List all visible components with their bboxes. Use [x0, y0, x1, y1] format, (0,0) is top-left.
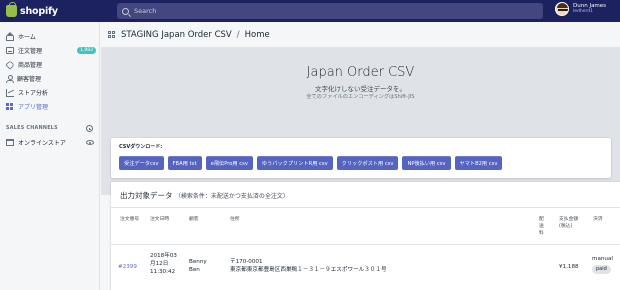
- clickpost-csv-button[interactable]: クリックポスト用 csv: [336, 156, 399, 170]
- column-header-date: 注文日時: [150, 217, 170, 222]
- hero-subtitle: 文字化けしない受注データを。: [315, 85, 406, 93]
- ehiden-pro-csv-button[interactable]: e飛伝Pro用 csv: [205, 156, 253, 170]
- store-icon: [6, 139, 14, 146]
- add-channel-plus-icon[interactable]: [86, 125, 93, 132]
- sidebar-item-label: アプリ管理: [18, 104, 49, 111]
- sidebar-item-label: 注文管理: [18, 48, 43, 55]
- column-header-delivery: 配送料: [539, 217, 544, 237]
- logo-text: shopify: [20, 5, 58, 17]
- encoding-note: 全てのファイルのエンコーディングはShift-JIS: [306, 94, 415, 100]
- order-address-line: 東京都東京都豊島区西巣鴨１－３１－９エスポワール３０１号: [230, 267, 387, 274]
- home-icon: [6, 31, 14, 41]
- customers-icon: [6, 74, 14, 83]
- column-header-order-no: 注文番号: [120, 217, 140, 222]
- app-name-link[interactable]: STAGING Japan Order CSV: [121, 30, 232, 40]
- apps-icon: [6, 102, 14, 111]
- app-grid-icon: [108, 30, 116, 39]
- sidebar-item-products[interactable]: 商品管理: [5, 59, 96, 70]
- breadcrumb: STAGING Japan Order CSV / Home: [101, 22, 620, 47]
- csv-download-card: CSVダウンロード: 受注データcsv FBA用 txt e飛伝Pro用 csv…: [111, 138, 611, 178]
- column-header-amount: 支払金額(税込): [559, 217, 579, 230]
- shopify-bag-icon: [6, 2, 17, 17]
- sales-channels-title: SALES CHANNELS: [6, 126, 58, 131]
- title-divider: [111, 207, 620, 208]
- sidebar-item-apps[interactable]: アプリ管理: [6, 101, 96, 112]
- orders-card: 出力対象データ （検索条件：未配送かつ支払済の全注文） 注文番号 注文日時 顧客…: [111, 182, 620, 290]
- sidebar-item-label: オンラインストア: [18, 140, 66, 147]
- orders-section-title: 出力対象データ （検索条件：未配送かつ支払済の全注文）: [120, 190, 289, 201]
- avatar: [555, 2, 569, 16]
- main-content: STAGING Japan Order CSV / Home Japan Ord…: [101, 22, 620, 290]
- top-bar: shopify Dunn James ledherd1: [0, 0, 620, 22]
- order-date: 2018年03月12日 11:30:42: [150, 253, 177, 276]
- order-customer: Benny Ben: [189, 259, 207, 274]
- csv-download-label: CSVダウンロード:: [119, 144, 163, 150]
- column-header-payment: 決済: [593, 217, 603, 222]
- order-payment: manual paid: [592, 255, 613, 275]
- analytics-icon: [6, 88, 14, 97]
- orders-title-text: 出力対象データ: [120, 191, 173, 200]
- hero-banner: Japan Order CSV 文字化けしない受注データを。 全てのファイルのエ…: [101, 47, 620, 195]
- sidebar-item-label: ホーム: [18, 34, 36, 41]
- sidebar-item-online-store[interactable]: オンラインストア: [6, 137, 96, 148]
- sidebar-item-label: ストア分析: [18, 90, 49, 97]
- order-data-csv-button[interactable]: 受注データcsv: [119, 156, 164, 170]
- order-postal-code: 〒170-0001: [230, 259, 263, 265]
- sidebar-item-customers[interactable]: 顧客管理: [6, 73, 96, 84]
- csv-button-row: 受注データcsv FBA用 txt e飛伝Pro用 csv ゆうパックプリントR…: [119, 156, 503, 170]
- order-number-link[interactable]: #2399: [118, 263, 137, 271]
- order-address: 〒170-0001 東京都東京都豊島区西巣鴨１－３１－９エスポワール３０１号: [230, 258, 387, 274]
- payment-method: manual: [592, 256, 613, 262]
- view-store-eye-icon[interactable]: [86, 140, 94, 145]
- user-store: ledherd1: [573, 9, 593, 14]
- user-menu[interactable]: Dunn James ledherd1: [555, 2, 606, 16]
- search-condition-text: （検索条件：未配送かつ支払済の全注文）: [174, 193, 289, 200]
- sidebar-item-orders[interactable]: 注文管理 1,983: [6, 45, 96, 56]
- search-bar[interactable]: [117, 3, 543, 19]
- column-header-address: 住所: [230, 217, 240, 222]
- search-input[interactable]: [134, 7, 514, 15]
- yamato-b2-csv-button[interactable]: ヤマトB2用 csv: [454, 156, 503, 170]
- np-atobarai-csv-button[interactable]: NP後払い用 csv: [402, 156, 451, 170]
- shopify-logo[interactable]: shopify: [0, 0, 100, 22]
- orders-count-badge: 1,983: [77, 46, 96, 55]
- payment-status-badge: paid: [592, 265, 611, 275]
- page-title: Home: [244, 29, 270, 40]
- sidebar-item-analytics[interactable]: ストア分析: [6, 87, 96, 98]
- sidebar: ホーム 注文管理 1,983 商品管理 顧客管理 ストア分析 アプリ管理 SAL…: [0, 22, 100, 290]
- sidebar-item-label: 商品管理: [18, 62, 43, 69]
- search-icon: [122, 7, 129, 15]
- header-divider: [111, 244, 620, 245]
- tag-icon: [5, 59, 15, 70]
- yupack-print-r-csv-button[interactable]: ゆうパックプリントR用 csv: [256, 156, 333, 170]
- hero-title: Japan Order CSV: [306, 65, 415, 80]
- breadcrumb-separator: /: [236, 29, 240, 40]
- column-header-customer: 顧客: [189, 217, 199, 222]
- order-amount: ¥1,188: [559, 264, 579, 270]
- sidebar-item-label: 顧客管理: [17, 76, 42, 83]
- sidebar-item-home[interactable]: ホーム: [6, 31, 96, 42]
- orders-icon: [6, 47, 14, 54]
- fba-txt-button[interactable]: FBA用 txt: [167, 156, 202, 170]
